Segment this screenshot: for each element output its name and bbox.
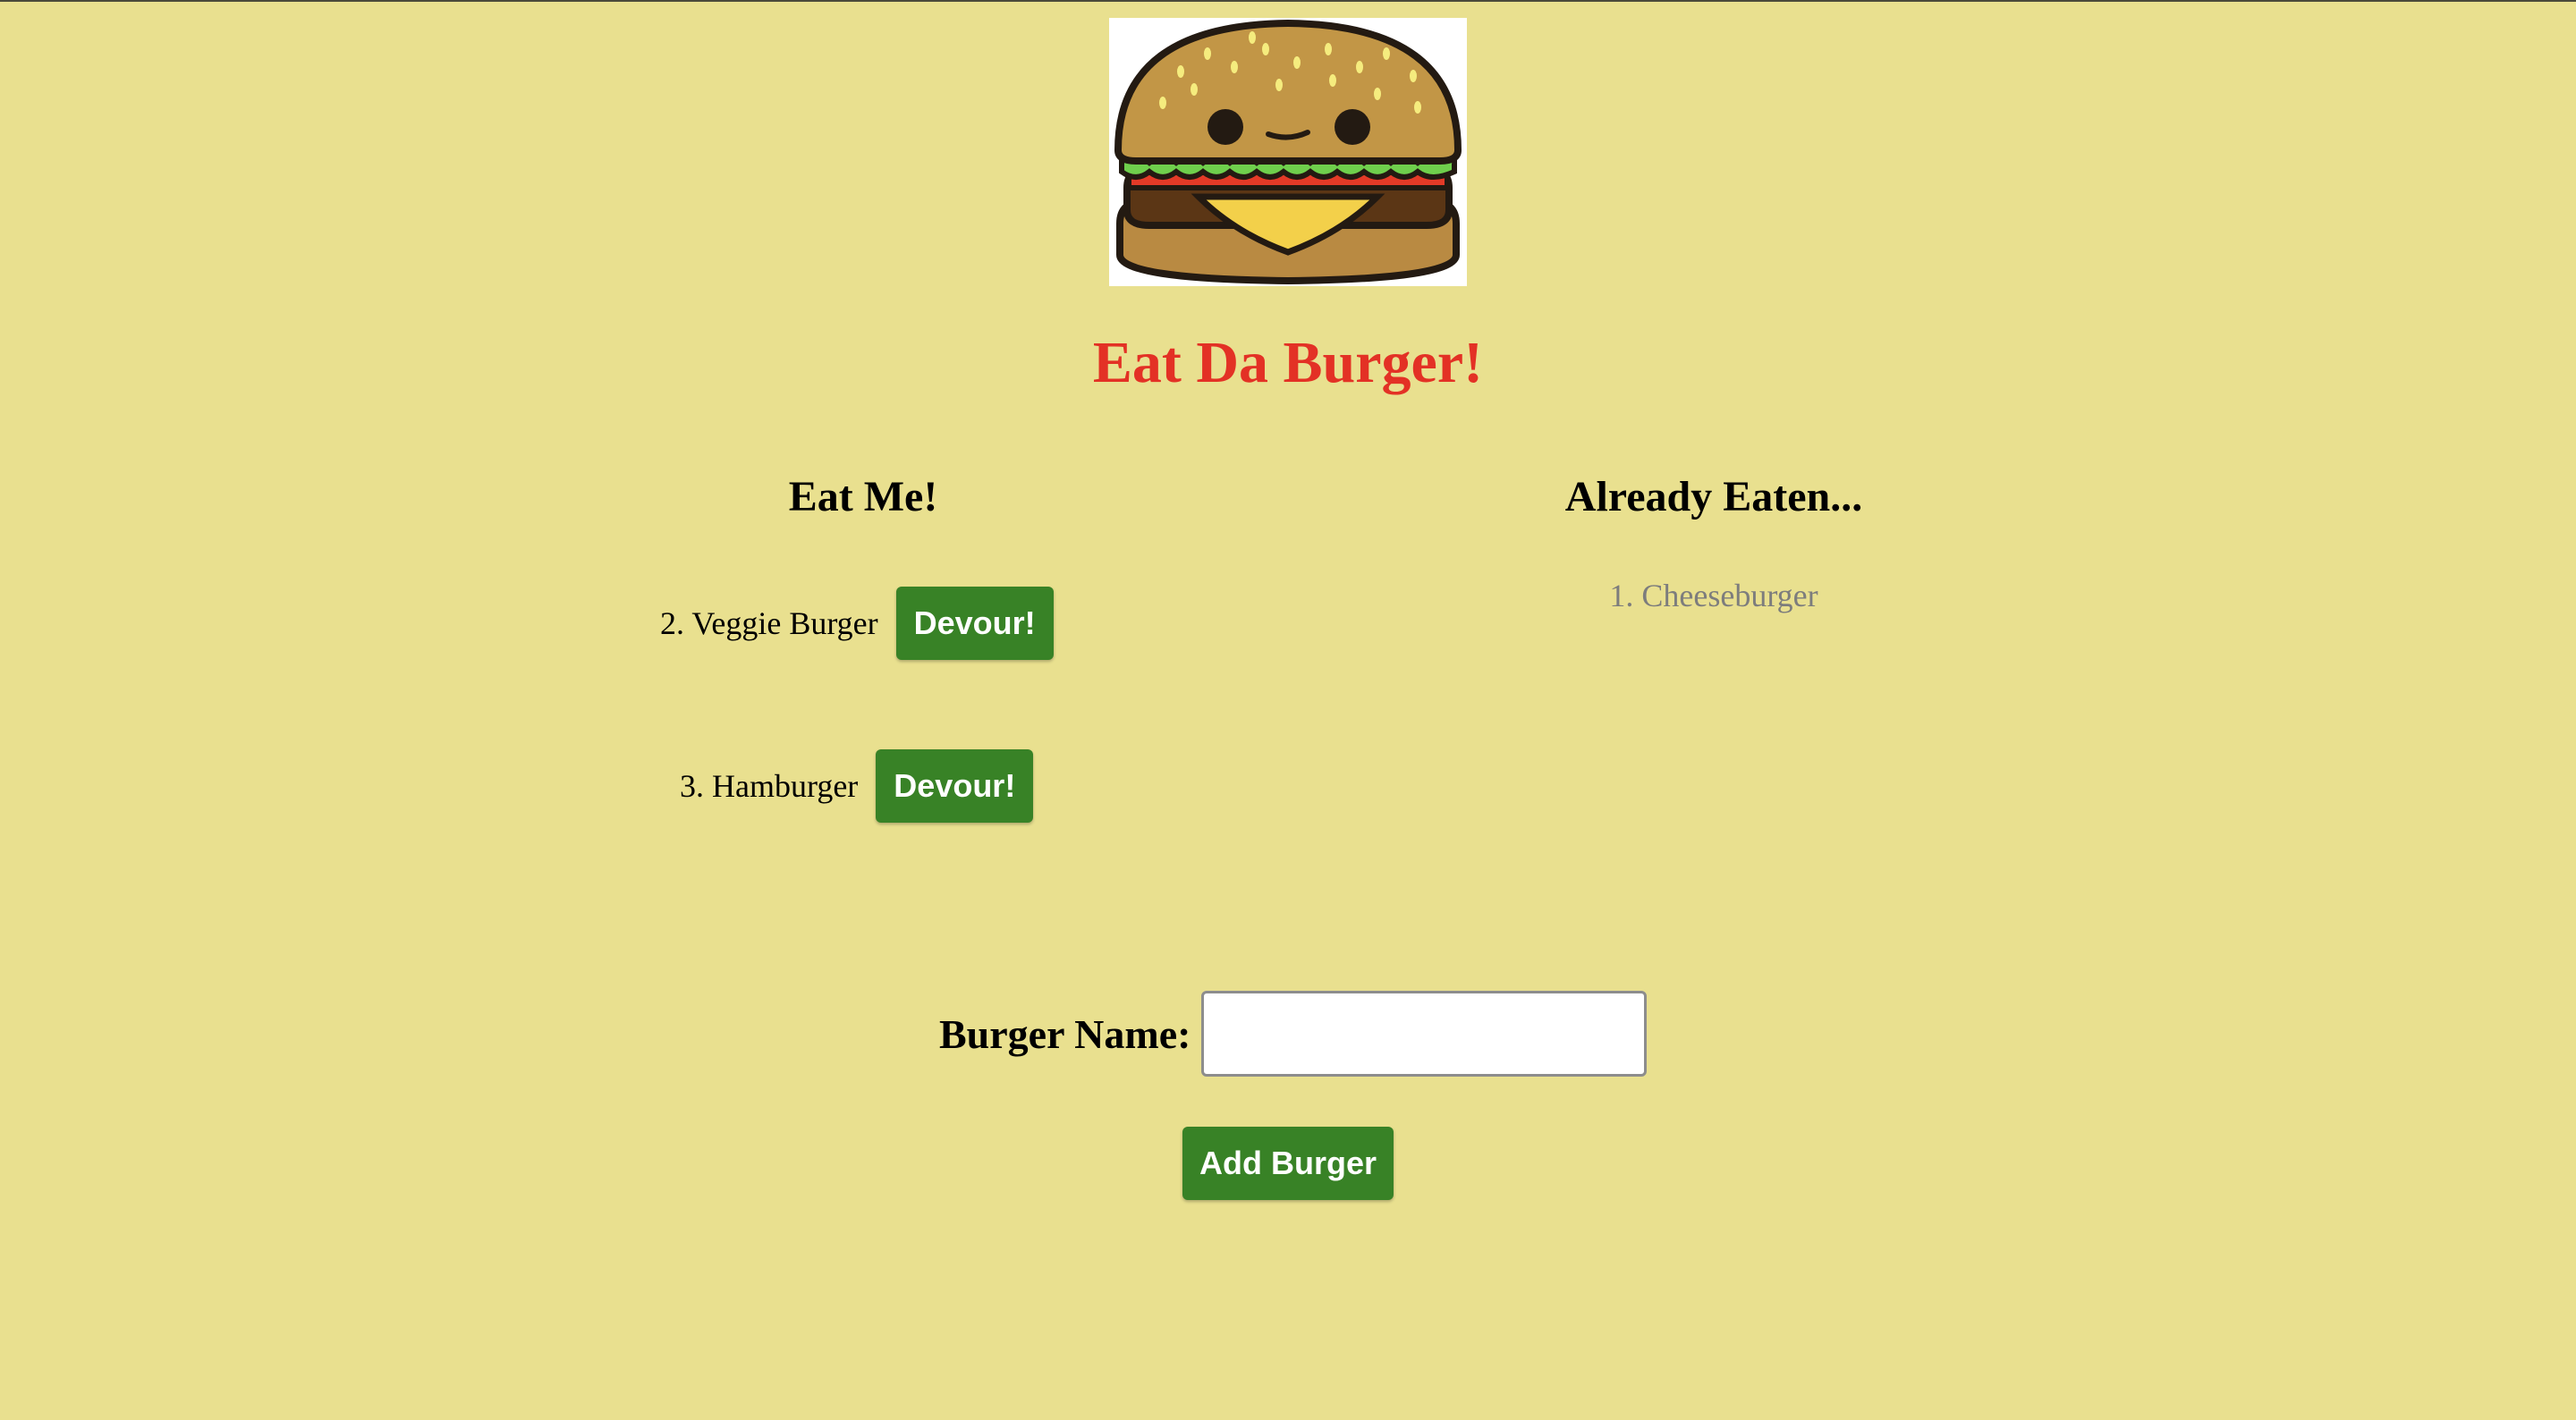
eat-me-heading: Eat Me! (788, 473, 938, 520)
uneaten-list-item: 2. Veggie Burger Devour! (660, 587, 1054, 660)
burger-name: 2. Veggie Burger (660, 605, 878, 641)
already-eaten-heading: Already Eaten... (1564, 473, 1863, 520)
burger-icon (1114, 19, 1462, 285)
uneaten-list-item: 3. Hamburger Devour! (680, 749, 1034, 823)
burger-name: 3. Hamburger (680, 768, 859, 804)
page-title: Eat Da Burger! (1092, 330, 1484, 395)
eaten-list-item: 1. Cheeseburger (1609, 578, 1818, 613)
add-burger-button[interactable]: Add Burger (1182, 1127, 1394, 1200)
burger-name-label: Burger Name: (939, 1010, 1191, 1057)
burger-logo (1109, 18, 1467, 286)
devour-button[interactable]: Devour! (895, 587, 1054, 660)
devour-button[interactable]: Devour! (876, 749, 1034, 823)
burger-name-input[interactable] (1201, 991, 1648, 1077)
add-burger-form: Burger Name: (939, 991, 1648, 1077)
